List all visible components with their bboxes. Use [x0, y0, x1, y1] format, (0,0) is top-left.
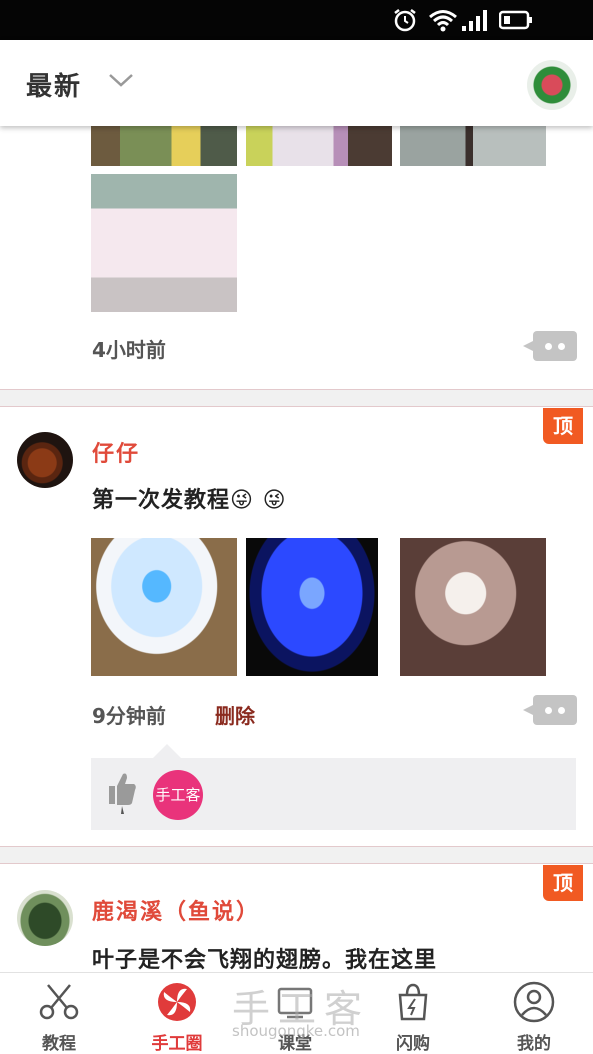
post-timestamp: 9分钟前 [92, 704, 166, 728]
comment-button[interactable] [523, 331, 577, 361]
classroom-icon [277, 987, 313, 1019]
tab-profile[interactable]: 我的 [475, 973, 593, 1054]
feed-filter-title[interactable]: 最新 [26, 66, 82, 103]
top-bar: 最新 [0, 40, 593, 126]
user-avatar[interactable] [527, 60, 577, 110]
tab-flash-sale[interactable]: 闪购 [354, 973, 472, 1054]
tab-classroom[interactable]: 课堂 [236, 973, 354, 1054]
post-photo[interactable] [246, 126, 392, 166]
scissors-icon [39, 984, 79, 1020]
tab-label: 闪购 [396, 1034, 430, 1054]
profile-icon [513, 981, 555, 1023]
shopping-bag-icon [398, 983, 428, 1021]
battery-icon [499, 10, 532, 30]
chevron-down-icon[interactable] [108, 70, 134, 90]
bottom-tab-bar: 教程 手工圈 课堂 闪购 我的 [0, 972, 593, 1054]
post-photo[interactable] [246, 538, 378, 676]
post-photo[interactable] [91, 174, 237, 312]
post-text: 第一次发教程😜 😜 [92, 488, 287, 513]
alarm-icon [394, 9, 416, 32]
post-photo[interactable] [91, 538, 237, 676]
post-photo[interactable] [400, 538, 546, 676]
wifi-icon [429, 10, 457, 32]
feed-separator [0, 389, 593, 407]
feed-separator [0, 846, 593, 864]
delete-post-link[interactable]: 删除 [215, 700, 255, 729]
post-photo[interactable] [91, 126, 237, 166]
tab-label: 我的 [517, 1034, 551, 1054]
author-name[interactable]: 仔仔 [92, 436, 140, 468]
tab-handcraft-circle[interactable]: 手工圈 [118, 973, 236, 1054]
tab-tutorials[interactable]: 教程 [0, 973, 118, 1054]
tab-label: 手工圈 [151, 1034, 203, 1054]
thumbs-up-icon[interactable] [105, 770, 139, 814]
post-photo[interactable] [400, 126, 546, 166]
author-avatar[interactable] [17, 890, 73, 946]
tab-label: 课堂 [278, 1034, 312, 1054]
author-avatar[interactable] [17, 432, 73, 488]
signal-icon [462, 10, 487, 31]
post-text: 叶子是不会飞翔的翅膀。我在这里 [92, 948, 438, 973]
pinned-badge: 顶 [543, 408, 583, 444]
comment-button[interactable] [523, 695, 577, 725]
post-timestamp: 4小时前 [92, 338, 166, 362]
liker-avatar[interactable]: 手工客 [153, 770, 203, 820]
author-name[interactable]: 鹿渴溪（鱼说） [92, 894, 260, 926]
pinwheel-icon [158, 983, 196, 1021]
tab-label: 教程 [42, 1034, 76, 1054]
likes-panel: 手工客 [91, 744, 576, 830]
pinned-badge: 顶 [543, 865, 583, 901]
status-bar [0, 0, 593, 40]
